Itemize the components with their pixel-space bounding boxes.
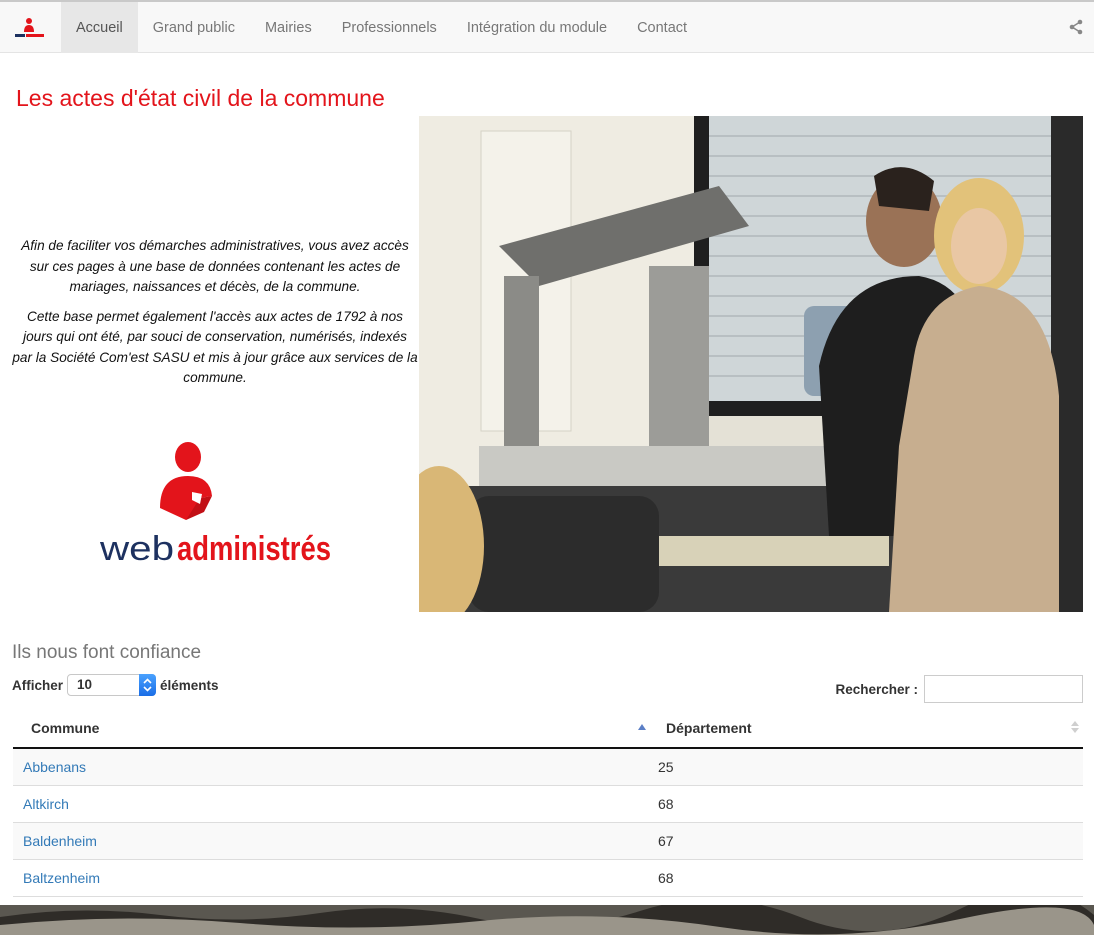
table-row: Baldenheim 67: [13, 823, 1083, 860]
nav-item-accueil[interactable]: Accueil: [61, 2, 138, 53]
column-header-commune[interactable]: Commune: [13, 708, 648, 747]
commune-link[interactable]: Baldenheim: [13, 833, 648, 849]
footer-background-image: [0, 905, 1094, 935]
share-icon[interactable]: [1068, 19, 1084, 35]
intro-paragraph: Afin de faciliter vos démarches administ…: [21, 238, 409, 294]
select-arrows-icon: [139, 674, 157, 696]
commune-link[interactable]: Abbenans: [13, 759, 648, 775]
departement-cell: 68: [658, 870, 674, 886]
intro-text: Afin de faciliter vos démarches administ…: [12, 236, 418, 398]
length-value: 10: [77, 677, 93, 692]
logo-text-web: web: [100, 530, 174, 565]
search-label: Rechercher :: [835, 681, 918, 697]
search-control: Rechercher :: [835, 675, 1083, 703]
page-title: Les actes d'état civil de la commune: [16, 85, 385, 111]
length-suffix: éléments: [160, 677, 219, 693]
length-prefix: Afficher: [12, 677, 64, 693]
intro-paragraph: Cette base permet également l'accès aux …: [12, 308, 418, 386]
navbar: Accueil Grand public Mairies Professionn…: [0, 0, 1094, 53]
departement-cell: 67: [658, 833, 674, 849]
table-header: Commune Département: [13, 708, 1083, 749]
sort-asc-icon: [636, 718, 648, 736]
table-row: Altkirch 68: [13, 786, 1083, 823]
nav-item-professionnels[interactable]: Professionnels: [327, 2, 452, 53]
nav-item-mairies[interactable]: Mairies: [250, 2, 327, 53]
table-row: Baltzenheim 68: [13, 860, 1083, 897]
communes-table: Commune Département Abbenans 25 Altkirch…: [13, 708, 1083, 897]
main-nav: Accueil Grand public Mairies Professionn…: [61, 2, 702, 53]
departement-cell: 68: [658, 796, 674, 812]
nav-item-grand-public[interactable]: Grand public: [138, 2, 250, 53]
departement-cell: 25: [658, 759, 674, 775]
archive-scanner-photo: [419, 116, 1083, 612]
logo-text-administres: administrés: [177, 530, 331, 565]
web-administres-logo: web administrés: [99, 440, 335, 568]
sort-both-icon: [1069, 718, 1081, 736]
nav-item-integration[interactable]: Intégration du module: [452, 2, 622, 53]
length-control: Afficher 10 éléments: [12, 674, 219, 696]
commune-link[interactable]: Altkirch: [13, 796, 648, 812]
search-input[interactable]: [924, 675, 1083, 703]
nav-item-contact[interactable]: Contact: [622, 2, 702, 53]
brand-logo[interactable]: [10, 15, 48, 41]
commune-link[interactable]: Baltzenheim: [13, 870, 648, 886]
section-title: Ils nous font confiance: [12, 642, 202, 663]
table-row: Abbenans 25: [13, 749, 1083, 786]
length-select[interactable]: 10: [67, 674, 157, 696]
column-header-departement[interactable]: Département: [648, 708, 1083, 747]
